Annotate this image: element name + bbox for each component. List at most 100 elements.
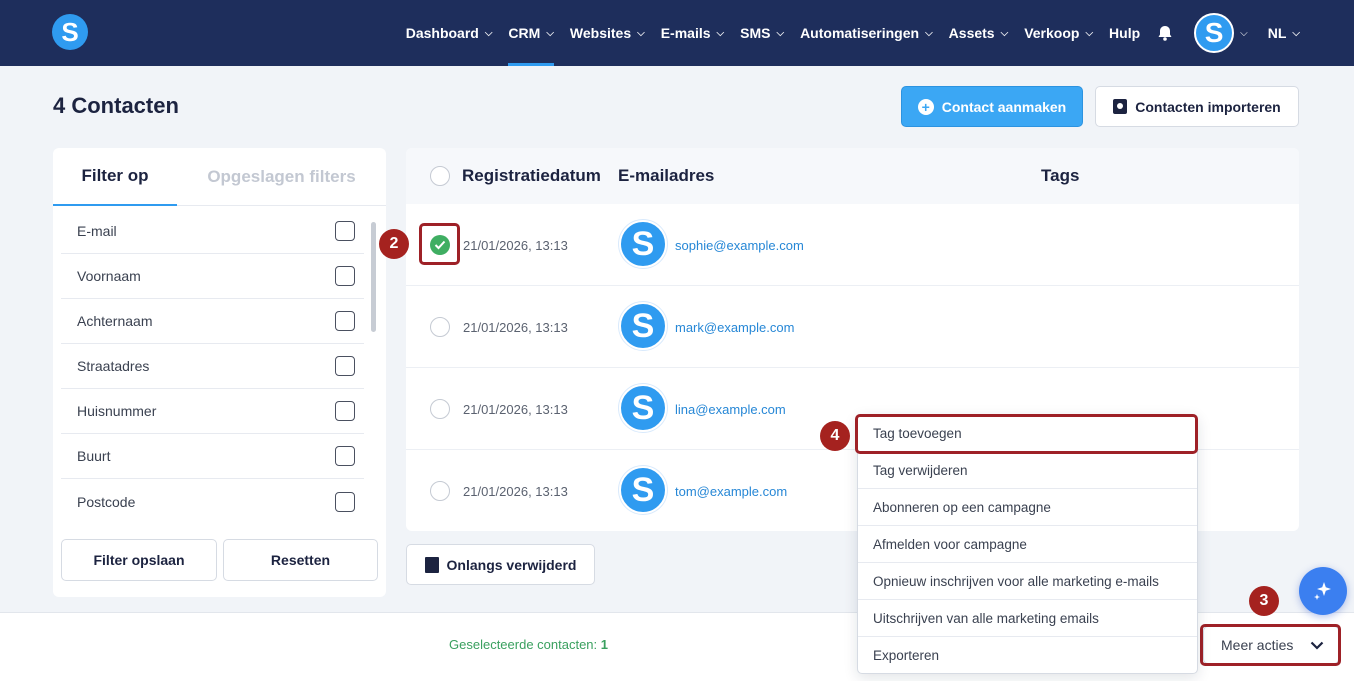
column-emailadres[interactable]: E-mailadres — [618, 148, 714, 204]
import-contacts-label: Contacten importeren — [1135, 98, 1281, 115]
filter-panel: Filter op Opgeslagen filters E-mail Voor… — [53, 148, 386, 597]
row-radio[interactable] — [430, 399, 450, 419]
step-badge-3: 3 — [1249, 586, 1279, 616]
row-email-link[interactable]: mark@example.com — [675, 286, 794, 368]
table-row[interactable]: 21/01/2026, 13:13 S sophie@example.com — [406, 204, 1299, 286]
filter-scrollbar[interactable] — [371, 222, 376, 332]
create-contact-button[interactable]: + Contact aanmaken — [901, 86, 1083, 127]
row-date: 21/01/2026, 13:13 — [463, 237, 568, 253]
top-navigation: S Dashboard ⌵ CRM ⌵ Websites ⌵ E-mails ⌵ SMS… — [0, 0, 1354, 66]
filter-field-straatadres[interactable]: Straatadres — [61, 344, 364, 389]
filter-checkbox[interactable] — [335, 356, 355, 376]
nav-emails[interactable]: E-mails ⌵ — [661, 0, 724, 66]
chevron-down-icon: ⌵ — [484, 27, 493, 39]
save-filter-button[interactable]: Filter opslaan — [61, 539, 217, 581]
nav-crm[interactable]: CRM ⌵ — [508, 0, 555, 66]
bell-icon[interactable] — [1156, 24, 1174, 42]
column-tags[interactable]: Tags — [1041, 148, 1079, 204]
sparkle-icon — [1314, 582, 1331, 600]
nav-websites[interactable]: Websites ⌵ — [570, 0, 645, 66]
tab-saved-filters[interactable]: Opgeslagen filters — [177, 148, 386, 206]
filter-tabs: Filter op Opgeslagen filters — [53, 148, 386, 206]
selected-count-value: 1 — [600, 637, 609, 652]
filter-field-label: Voornaam — [77, 268, 141, 284]
filter-checkbox[interactable] — [335, 401, 355, 421]
filter-checkbox[interactable] — [335, 266, 355, 286]
nav-automatiseringen[interactable]: Automatiseringen ⌵ — [800, 0, 933, 66]
selected-contacts-count: Geselecteerde contacten: 1 — [449, 637, 608, 652]
filter-field-label: Buurt — [77, 448, 111, 464]
row-date: 21/01/2026, 13:13 — [463, 483, 568, 499]
chevron-down-icon: ⌵ — [776, 27, 785, 39]
nav-label: Verkoop — [1024, 25, 1080, 41]
nav-label: SMS — [740, 25, 771, 41]
select-all-radio[interactable] — [430, 148, 450, 204]
filter-field-achternaam[interactable]: Achternaam — [61, 299, 364, 344]
nav-label: E-mails — [660, 25, 711, 41]
nav-assets[interactable]: Assets ⌵ — [949, 0, 1009, 66]
chevron-down-icon[interactable]: ⌵ — [1240, 28, 1248, 39]
nav-label: Automatiseringen — [800, 25, 920, 41]
recently-deleted-label: Onlangs verwijderd — [446, 556, 577, 573]
row-email-link[interactable]: tom@example.com — [675, 450, 787, 531]
filter-field-postcode[interactable]: Postcode — [61, 479, 364, 524]
ai-assistant-button[interactable] — [1299, 567, 1347, 615]
filter-checkbox[interactable] — [335, 491, 355, 512]
menu-item-resubscribe-all[interactable]: Opnieuw inschrijven voor alle marketing … — [858, 563, 1197, 600]
filter-field-voornaam[interactable]: Voornaam — [61, 254, 364, 299]
tab-filter-op[interactable]: Filter op — [53, 148, 177, 206]
import-contacts-button[interactable]: Contacten importeren — [1095, 86, 1299, 127]
nav-sms[interactable]: SMS ⌵ — [740, 0, 784, 66]
menu-item-subscribe-campaign[interactable]: Abonneren op een campagne — [858, 489, 1197, 526]
step-3-highlight — [1200, 624, 1341, 666]
row-radio[interactable] — [430, 317, 450, 337]
page-title: 4 Contacten — [53, 93, 179, 118]
filter-field-label: Postcode — [77, 493, 136, 510]
language-selector[interactable]: NL ⌵ — [1268, 0, 1300, 66]
filter-field-huisnummer[interactable]: Huisnummer — [61, 389, 364, 434]
nav-label: CRM — [508, 25, 541, 41]
filter-field-label: E-mail — [77, 223, 117, 239]
chevron-down-icon: ⌵ — [637, 27, 645, 39]
plus-icon: + — [917, 98, 934, 115]
filter-checkbox[interactable] — [335, 446, 355, 466]
nav-hulp[interactable]: Hulp — [1109, 0, 1140, 66]
menu-item-unsubscribe-all[interactable]: Uitschrijven van alle marketing emails — [858, 600, 1197, 637]
table-row[interactable]: 21/01/2026, 13:13 S mark@example.com — [406, 286, 1299, 368]
chevron-down-icon: ⌵ — [1000, 27, 1009, 39]
nav-dashboard[interactable]: Dashboard ⌵ — [406, 0, 493, 66]
reset-filter-button[interactable]: Resetten — [223, 539, 378, 581]
chevron-down-icon: ⌵ — [1085, 27, 1094, 39]
row-radio[interactable] — [430, 481, 450, 501]
menu-item-unsubscribe-campaign[interactable]: Afmelden voor campagne — [858, 526, 1197, 563]
row-date: 21/01/2026, 13:13 — [463, 401, 568, 417]
row-date: 21/01/2026, 13:13 — [463, 319, 568, 335]
filter-field-buurt[interactable]: Buurt — [61, 434, 364, 479]
row-email-link[interactable]: lina@example.com — [675, 368, 786, 450]
nav-label: Hulp — [1109, 25, 1141, 41]
column-registratiedatum[interactable]: Registratiedatum — [462, 148, 603, 204]
filter-field-email[interactable]: E-mail — [61, 209, 364, 254]
trash-icon — [424, 556, 439, 573]
filter-checkbox[interactable] — [335, 221, 355, 241]
contact-card-icon — [1113, 99, 1128, 114]
menu-item-remove-tag[interactable]: Tag verwijderen — [858, 452, 1197, 489]
filter-checkbox[interactable] — [335, 311, 355, 331]
step-badge-2: 2 — [379, 229, 409, 259]
chevron-down-icon: ⌵ — [546, 27, 554, 39]
row-email-link[interactable]: sophie@example.com — [675, 204, 804, 286]
chevron-down-icon: ⌵ — [716, 27, 725, 39]
recently-deleted-button[interactable]: Onlangs verwijderd — [406, 544, 595, 585]
step-4-highlight — [855, 414, 1198, 454]
nav-label: Dashboard — [405, 25, 479, 41]
step-2-highlight — [419, 223, 460, 265]
contact-avatar: S — [619, 384, 667, 432]
step-badge-4: 4 — [820, 421, 850, 451]
filter-field-label: Straatadres — [77, 358, 150, 374]
app-logo[interactable]: S — [52, 14, 88, 50]
menu-item-export[interactable]: Exporteren — [858, 637, 1197, 673]
nav-verkoop[interactable]: Verkoop ⌵ — [1024, 0, 1093, 66]
user-avatar[interactable]: S — [1194, 13, 1235, 53]
create-contact-label: Contact aanmaken — [941, 98, 1067, 115]
language-label: NL — [1267, 25, 1287, 41]
